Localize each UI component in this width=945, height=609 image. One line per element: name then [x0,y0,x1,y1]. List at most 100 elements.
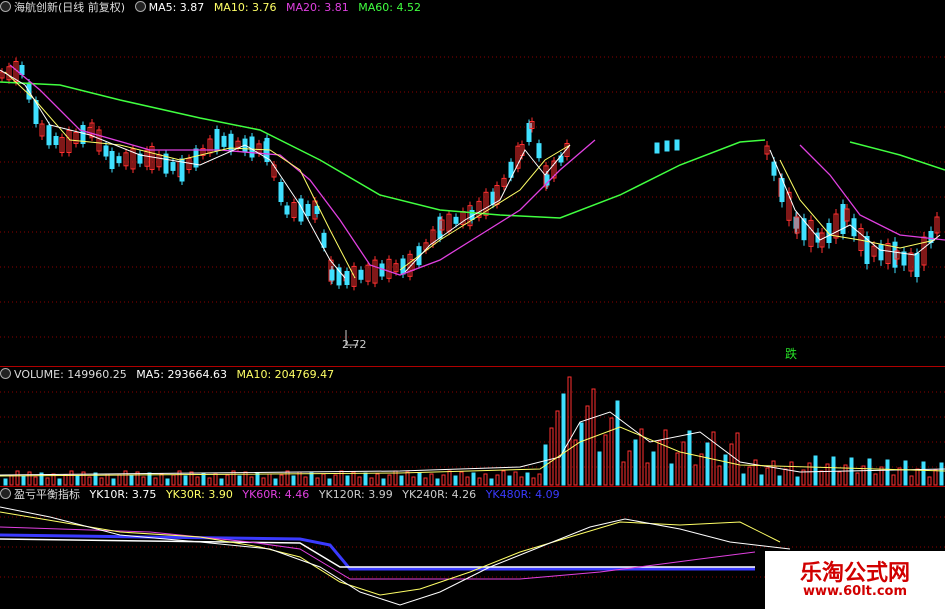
candle-body [490,191,496,205]
site-watermark: 乐淘公式网 www.60lt.com [765,551,945,609]
volume-bar [129,475,134,486]
volume-settings-icon[interactable] [0,368,11,379]
volume-bar [87,476,92,486]
volume-bar [57,478,62,486]
volume-bar [207,477,212,486]
volume-bar [723,454,728,486]
volume-bar [621,461,626,486]
volume-bar [327,478,332,486]
volume-bar [375,473,380,486]
volume-bar [381,478,386,486]
volume-bar [261,477,266,486]
ma20-line [9,64,596,276]
volume-bar [363,472,368,486]
yk60r-line [0,526,756,580]
volume-bar [687,430,692,486]
panel-settings-icon[interactable] [0,1,11,12]
volume-bar [459,471,464,486]
volume-bar [609,417,614,486]
volume-bar [783,468,788,486]
volume-bar [423,477,428,486]
volume-bar [561,393,566,486]
candle-body [103,145,109,157]
volume-bar [807,462,812,486]
volume-bar [219,478,224,486]
indicator-settings-icon[interactable] [0,488,11,499]
volume-bar [225,474,230,486]
volume-bar [171,474,176,486]
volume-bar [711,431,716,486]
volume-bar [273,478,278,486]
volume-bar [573,439,578,486]
candle-body [278,182,284,202]
ma60-line [849,141,945,171]
candle-body [878,244,884,261]
volume-bar [657,440,662,486]
volume-bar [183,475,188,486]
volume-bar [597,451,602,486]
volume-chart-panel[interactable]: VOLUME: 149960.25 MA5: 293664.63 MA10: 2… [0,367,945,487]
volume-bar [63,474,68,486]
volume-bar [507,475,512,486]
volume-bar [153,477,158,486]
price-chart-panel[interactable]: 海航创新(日线 前复权) MA5: 3.87 MA10: 3.76 MA20: … [0,0,945,367]
volume-bars[interactable] [0,367,945,487]
volume-bar [99,477,104,486]
volume-bar [603,434,608,486]
volume-bar [417,472,422,486]
volume-bar [255,472,260,486]
volume-bar [9,474,14,486]
volume-bar [315,477,320,486]
volume-bar [21,475,26,486]
volume-bar [873,473,878,486]
volume-bar [849,457,854,486]
volume-bar [939,462,944,486]
volume-bar [399,475,404,486]
candle-body [305,204,311,216]
volume-bar [789,461,794,486]
volume-bar [885,459,890,486]
yk60r-label: YK60R: 4.46 [242,488,310,501]
volume-bar [921,461,926,486]
volume-bar [627,450,632,486]
volume-bar [321,473,326,486]
candle-body [221,135,227,147]
volume-bar [513,471,518,486]
candle-body [674,139,680,151]
volume-bar [477,477,482,486]
volume-bar [345,475,350,486]
volume-label: VOLUME: 149960.25 [14,368,127,381]
volume-bar [909,475,914,486]
ma60-line [0,81,766,219]
volume-bar [633,439,638,486]
volume-bar [555,410,560,486]
stock-title: 海航创新(日线 前复权) [14,1,126,14]
yk10r-line [0,506,791,606]
yk10r-label: YK10R: 3.75 [89,488,157,501]
volume-bar [471,472,476,486]
volume-bar [501,470,506,486]
volume-bar [729,443,734,486]
ma-settings-icon[interactable] [134,1,146,12]
volume-bar [639,428,644,486]
volume-bar [777,475,782,486]
volume-bar [309,472,314,486]
watermark-url: www.60lt.com [802,584,908,599]
volume-bar [333,474,338,486]
volume-bar [453,475,458,486]
yk480r-label: YK480R: 4.09 [485,488,560,501]
volume-bar [249,476,254,486]
volume-bar [519,476,524,486]
yk30r-label: YK30R: 3.90 [165,488,233,501]
candle-body [284,205,290,215]
volume-bar [189,471,194,486]
volume-bar [435,478,440,486]
watermark-title: 乐淘公式网 [799,560,910,586]
volume-bar [279,474,284,486]
volume-bar [123,470,128,486]
candlestick-chart[interactable] [0,0,945,367]
volume-bar [483,473,488,486]
candle-body [664,140,670,152]
indicator-legend: 盈亏平衡指标 YK10R: 3.75 YK30R: 3.90 YK60R: 4.… [0,487,566,502]
volume-bar [681,441,686,486]
